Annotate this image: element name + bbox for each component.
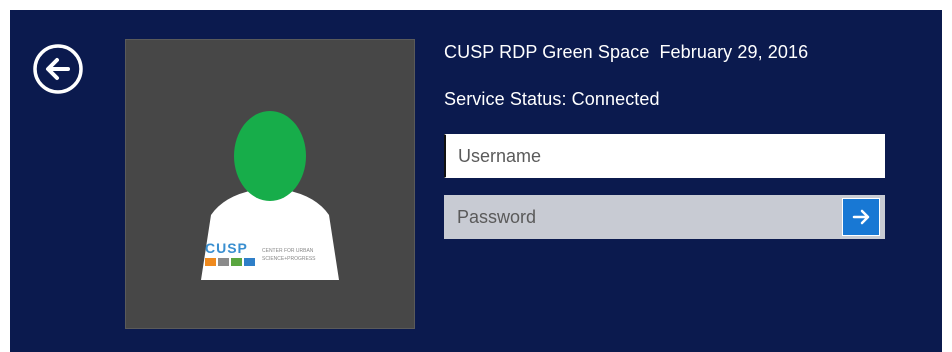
back-button[interactable]	[32, 43, 84, 95]
connection-title: CUSP RDP Green Space	[444, 42, 650, 62]
svg-text:CENTER FOR URBAN: CENTER FOR URBAN	[262, 248, 314, 254]
submit-button[interactable]	[842, 198, 880, 236]
user-avatar-tile: CUSP CENTER FOR URBAN SCIENCE+PROGRESS	[125, 39, 415, 329]
svg-text:CUSP: CUSP	[205, 240, 248, 256]
avatar-body	[201, 190, 339, 280]
connection-header: CUSP RDP Green Space February 29, 2016	[444, 42, 808, 63]
password-input[interactable]	[444, 195, 885, 239]
back-arrow-circle-icon[interactable]	[32, 43, 84, 95]
login-screen: CUSP CENTER FOR URBAN SCIENCE+PROGRESS C…	[10, 10, 942, 352]
connection-date: February 29, 2016	[659, 42, 809, 62]
username-input[interactable]	[444, 134, 885, 178]
service-status: Service Status: Connected	[444, 89, 660, 109]
user-avatar: CUSP CENTER FOR URBAN SCIENCE+PROGRESS	[201, 111, 339, 280]
svg-text:SCIENCE+PROGRESS: SCIENCE+PROGRESS	[262, 256, 316, 262]
avatar-head	[234, 111, 306, 201]
arrow-right-icon[interactable]	[843, 199, 879, 235]
